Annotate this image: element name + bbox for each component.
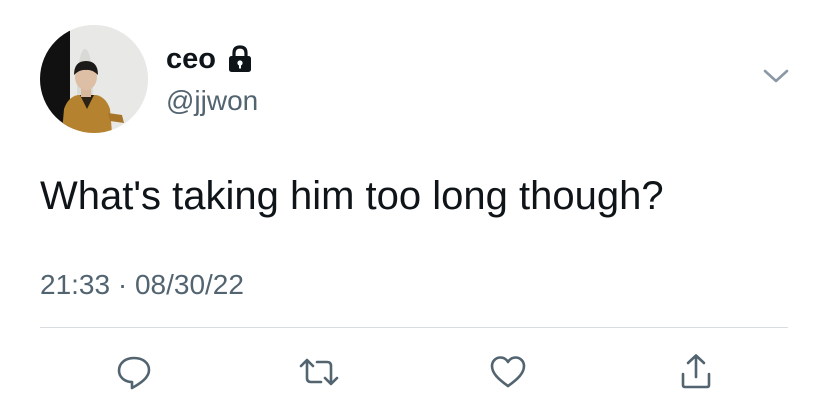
avatar-photo xyxy=(40,25,148,133)
chevron-down-icon[interactable] xyxy=(762,66,790,86)
display-name[interactable]: ceo xyxy=(166,42,216,76)
lock-icon xyxy=(226,44,254,74)
user-handle[interactable]: @jjwon xyxy=(166,84,258,118)
divider xyxy=(40,327,788,328)
author-name-row: ceo xyxy=(166,42,254,76)
tweet-timestamp[interactable]: 21:33 · 08/30/22 xyxy=(40,268,244,302)
like-button[interactable] xyxy=(486,350,530,394)
share-icon xyxy=(681,354,711,389)
reply-button[interactable] xyxy=(112,350,156,394)
heart-icon xyxy=(490,356,526,388)
share-button[interactable] xyxy=(674,350,718,394)
tweet-text: What's taking him too long though? xyxy=(40,174,664,218)
reply-icon xyxy=(117,356,151,390)
retweet-icon xyxy=(299,358,339,386)
retweet-button[interactable] xyxy=(297,350,341,394)
avatar[interactable] xyxy=(40,25,148,133)
tweet-card: ceo @jjwon What's taking him too long th… xyxy=(0,0,828,417)
